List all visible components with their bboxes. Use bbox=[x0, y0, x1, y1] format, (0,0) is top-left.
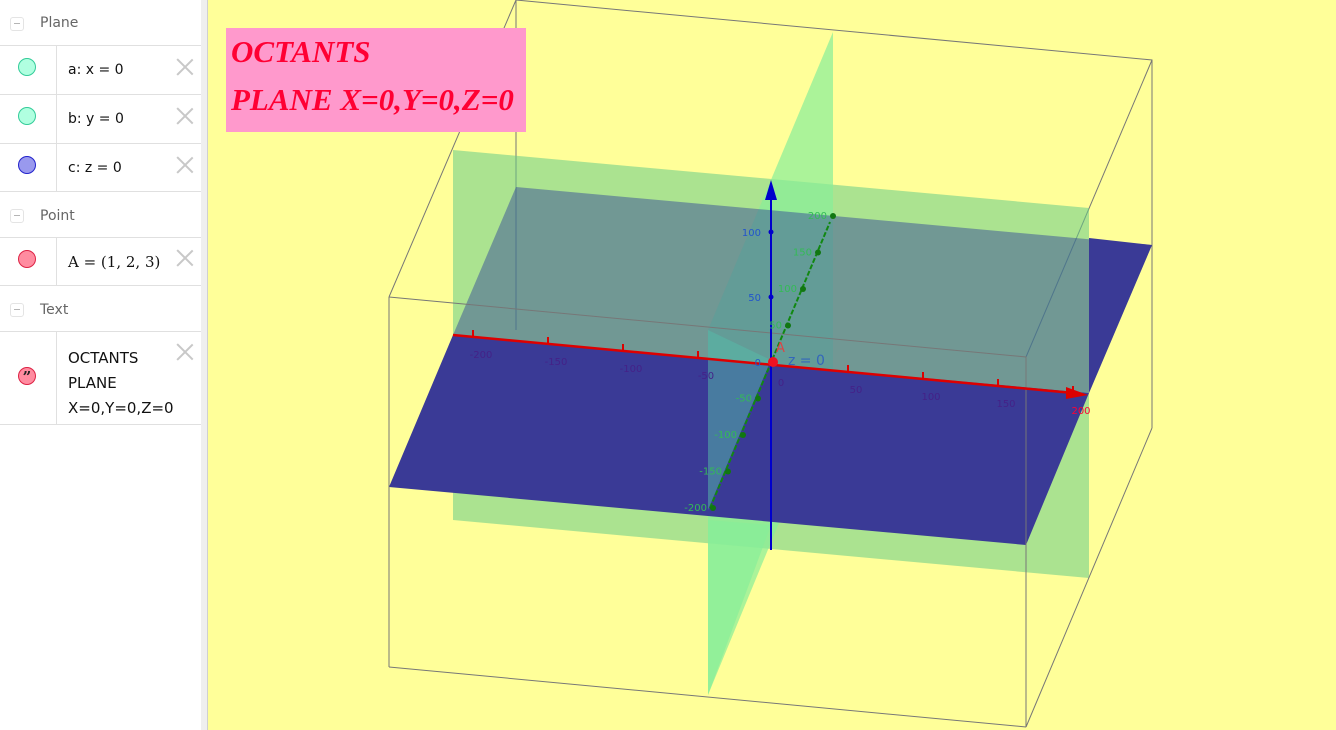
marble-cell bbox=[0, 46, 57, 94]
box-edge bbox=[388, 666, 1027, 728]
marble-cell bbox=[0, 95, 57, 143]
y-tick-label: 100 bbox=[778, 284, 797, 295]
quote-icon[interactable]: ” bbox=[18, 367, 36, 386]
algebra-item-plane-a[interactable]: a: x = 0 bbox=[0, 46, 201, 95]
text-line: PLANE bbox=[68, 374, 117, 392]
algebra-expression[interactable]: c: z = 0 bbox=[68, 160, 122, 176]
x-tick-label: -150 bbox=[545, 357, 568, 368]
collapse-icon[interactable] bbox=[10, 209, 24, 223]
y-tick-label: -50 bbox=[736, 394, 752, 405]
algebra-item-plane-c[interactable]: c: z = 0 bbox=[0, 144, 201, 192]
y-tick-label: -150 bbox=[699, 467, 722, 478]
delete-icon[interactable] bbox=[176, 107, 194, 125]
visibility-toggle-icon[interactable] bbox=[18, 58, 36, 76]
graphics-3d-view[interactable]: -200 -150 -100 -50 0 50 100 150 200 -200 -150 -100… bbox=[208, 0, 1336, 730]
z-tick-label: 50 bbox=[748, 293, 761, 304]
x-tick-label: -50 bbox=[698, 371, 714, 382]
visibility-toggle-icon[interactable] bbox=[18, 156, 36, 174]
y-tick bbox=[800, 286, 806, 292]
x-tick-label: -100 bbox=[620, 364, 643, 375]
algebra-item-text[interactable]: ” OCTANTS PLANE X=0,Y=0,Z=0 bbox=[0, 332, 201, 425]
visibility-toggle-icon[interactable] bbox=[18, 250, 36, 268]
y-tick bbox=[740, 432, 746, 438]
z-tick bbox=[768, 294, 774, 300]
title-text-box[interactable]: OCTANTS PLANE X=0,Y=0,Z=0 bbox=[226, 28, 526, 132]
y-tick bbox=[785, 322, 791, 329]
y-tick bbox=[815, 249, 821, 256]
visibility-toggle-icon[interactable] bbox=[18, 107, 36, 125]
z-tick bbox=[768, 229, 774, 235]
algebra-view: Plane a: x = 0 b: y = 0 c: z = 0 Point A… bbox=[0, 0, 202, 730]
title-line-2: PLANE X=0,Y=0,Z=0 bbox=[231, 82, 514, 117]
marble-cell bbox=[0, 238, 57, 285]
y-tick bbox=[830, 213, 836, 219]
y-tick-label: 200 bbox=[808, 211, 827, 222]
y-tick bbox=[725, 468, 731, 475]
z-tick-label: 100 bbox=[742, 228, 761, 239]
x-tick-label: 0 bbox=[778, 378, 784, 389]
y-tick-label: 50 bbox=[769, 321, 782, 332]
x-tick-label: -200 bbox=[470, 350, 493, 361]
y-tick bbox=[710, 505, 716, 511]
group-header-point[interactable]: Point bbox=[0, 192, 201, 238]
x-tick-label: 150 bbox=[996, 399, 1015, 410]
x-tick-label: 100 bbox=[921, 392, 940, 403]
delete-icon[interactable] bbox=[176, 156, 194, 174]
y-tick-label: 150 bbox=[793, 248, 812, 259]
view-splitter[interactable] bbox=[201, 0, 208, 730]
y-tick-label: -100 bbox=[714, 430, 737, 441]
plane-x0-lower bbox=[708, 520, 771, 695]
group-label: Point bbox=[40, 208, 75, 224]
x-tick-label: 200 bbox=[1071, 406, 1090, 417]
algebra-item-point-a[interactable]: A = (1, 2, 3) bbox=[0, 238, 201, 286]
delete-icon[interactable] bbox=[176, 58, 194, 76]
algebra-item-plane-b[interactable]: b: y = 0 bbox=[0, 95, 201, 144]
group-header-plane[interactable]: Plane bbox=[0, 0, 201, 46]
delete-icon[interactable] bbox=[176, 249, 194, 267]
collapse-icon[interactable] bbox=[10, 303, 24, 317]
point-a[interactable] bbox=[768, 357, 778, 367]
algebra-expression[interactable]: A = (1, 2, 3) bbox=[68, 253, 160, 271]
algebra-expression[interactable]: b: y = 0 bbox=[68, 111, 124, 127]
collapse-icon[interactable] bbox=[10, 17, 24, 31]
marble-cell bbox=[0, 144, 57, 191]
group-label: Plane bbox=[40, 15, 79, 31]
x-tick-label: 50 bbox=[850, 385, 863, 396]
text-line: OCTANTS bbox=[68, 349, 139, 367]
marble-cell: ” bbox=[0, 332, 57, 424]
group-label: Text bbox=[40, 302, 69, 318]
delete-icon[interactable] bbox=[176, 343, 194, 361]
plane-z0-right bbox=[1089, 238, 1152, 393]
z-tick-label: 0 bbox=[755, 358, 761, 369]
text-content[interactable]: OCTANTS PLANE X=0,Y=0,Z=0 bbox=[68, 346, 174, 421]
text-line: X=0,Y=0,Z=0 bbox=[68, 399, 174, 417]
algebra-expression[interactable]: a: x = 0 bbox=[68, 62, 124, 78]
point-a-label: A bbox=[776, 341, 785, 356]
plane-c-label: z = 0 bbox=[788, 353, 825, 369]
group-header-text[interactable]: Text bbox=[0, 286, 201, 332]
title-line-1: OCTANTS bbox=[231, 34, 371, 69]
y-tick-label: -200 bbox=[684, 503, 707, 514]
y-tick bbox=[755, 395, 761, 402]
